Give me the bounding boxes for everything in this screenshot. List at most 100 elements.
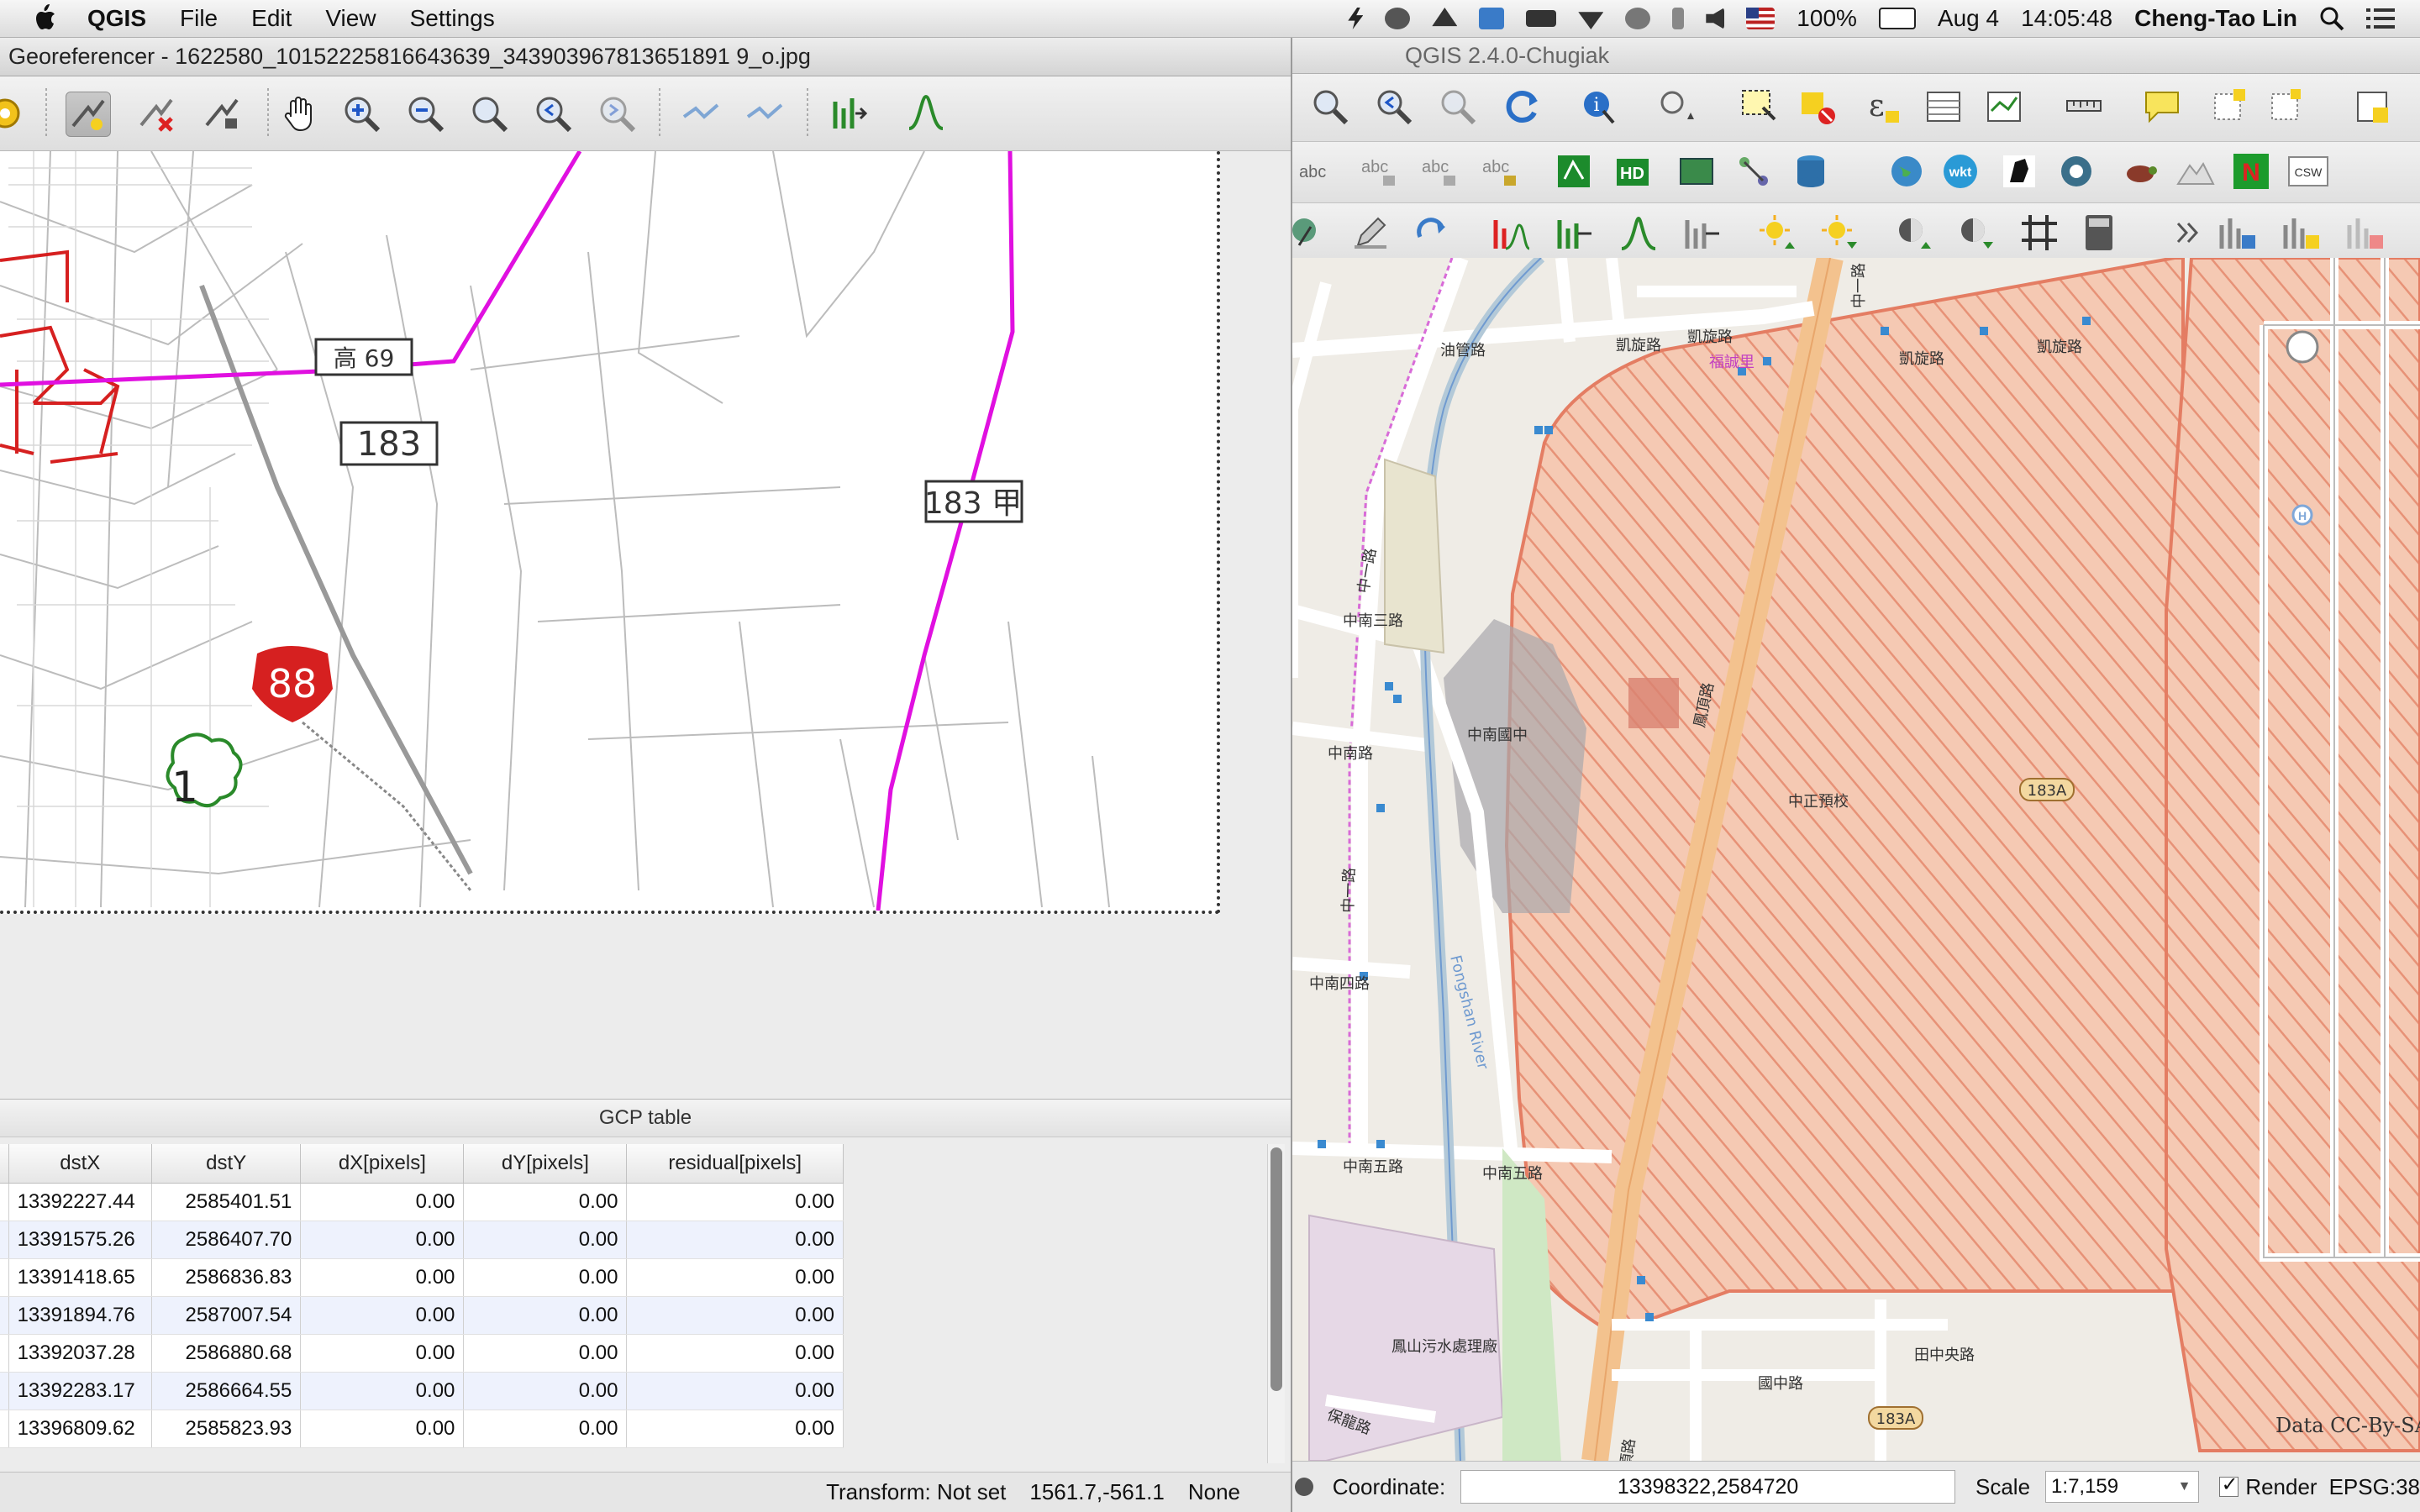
table-row[interactable]: 13391894.76 2587007.54 0.00 0.00 0.00 <box>0 1296 844 1335</box>
cell-dy[interactable]: 0.00 <box>463 1221 628 1259</box>
cell-dy[interactable]: 0.00 <box>463 1334 628 1373</box>
field-calculator-icon[interactable]: ε <box>1860 86 1902 128</box>
wkt-icon[interactable]: wkt <box>1939 150 1981 192</box>
label-move-icon[interactable]: abc <box>1481 150 1523 192</box>
turtle-icon[interactable] <box>2119 150 2161 192</box>
cell-dy[interactable]: 0.00 <box>463 1410 628 1448</box>
cell-dx[interactable]: 0.00 <box>300 1296 465 1335</box>
time-machine-icon[interactable] <box>1625 8 1651 29</box>
cell-residual[interactable]: 0.00 <box>626 1296 844 1335</box>
select-features-icon[interactable] <box>1738 86 1780 128</box>
gcp-scrollbar-thumb[interactable] <box>1270 1147 1282 1391</box>
deselect-icon[interactable] <box>1797 86 1839 128</box>
cell-dsty[interactable]: 2587007.54 <box>151 1296 302 1335</box>
map-canvas[interactable]: H 油管路 凱旋路 凱旋路 凱旋路 凱旋路 福誠里 中南三路 中南國中 中南路 … <box>1292 258 2420 1461</box>
delete-point-icon[interactable] <box>134 92 178 135</box>
bolt-icon[interactable] <box>1348 8 1364 29</box>
cell-dy[interactable]: 0.00 <box>463 1258 628 1297</box>
zoom-next-icon[interactable] <box>1437 86 1479 128</box>
drive-icon[interactable] <box>1432 8 1458 27</box>
cell-dstx[interactable]: 13392037.28 <box>8 1334 153 1373</box>
column-header-dstx[interactable]: dstX <box>8 1144 153 1184</box>
notification-center-icon[interactable] <box>2366 7 2395 30</box>
table-row[interactable]: 13392227.44 2585401.51 0.00 0.00 0.00 <box>0 1183 844 1221</box>
cell-residual[interactable]: 0.00 <box>626 1410 844 1448</box>
n-icon[interactable]: N <box>2230 150 2272 192</box>
contrast-up-icon[interactable] <box>1892 212 1934 254</box>
link-geo-icon[interactable] <box>679 92 723 135</box>
us-flag-icon[interactable] <box>1746 8 1776 29</box>
image-layer-icon[interactable] <box>1676 150 1718 192</box>
edit-pencil-icon[interactable] <box>1349 212 1392 254</box>
grid-icon[interactable] <box>2018 212 2060 254</box>
cell-dx[interactable]: 0.00 <box>300 1221 465 1259</box>
cell-dx[interactable]: 0.00 <box>300 1410 465 1448</box>
osm-tool-icon[interactable] <box>2055 150 2097 192</box>
apple-icon[interactable] <box>29 3 62 34</box>
cell-residual[interactable]: 0.00 <box>626 1221 844 1259</box>
column-header-residual[interactable]: residual[pixels] <box>626 1144 844 1184</box>
cell-dsty[interactable]: 2586880.68 <box>151 1334 302 1373</box>
cell-dsty[interactable]: 2586836.83 <box>151 1258 302 1297</box>
terrain-icon[interactable] <box>2175 150 2217 192</box>
new-print-composer-icon[interactable] <box>2351 86 2393 128</box>
table-row[interactable]: 13392037.28 2586880.68 0.00 0.00 0.00 <box>0 1334 844 1373</box>
raster-stretch2-icon[interactable] <box>1617 212 1659 254</box>
globe-icon[interactable] <box>1886 150 1928 192</box>
move-gcp-icon[interactable] <box>200 92 244 135</box>
zoom-layer-icon[interactable] <box>531 92 575 135</box>
show-bookmarks-icon[interactable] <box>2265 86 2307 128</box>
transform-settings-icon[interactable] <box>827 92 871 135</box>
cell-dstx[interactable]: 13392227.44 <box>8 1183 153 1221</box>
cell-dsty[interactable]: 2585823.93 <box>151 1410 302 1448</box>
table-row[interactable]: 13391418.65 2586836.83 0.00 0.00 0.00 <box>0 1258 844 1297</box>
settings-menu[interactable]: Settings <box>410 5 495 32</box>
cell-dx[interactable]: 0.00 <box>300 1334 465 1373</box>
edit-menu[interactable]: Edit <box>251 5 292 32</box>
statistics-icon[interactable] <box>1983 86 2025 128</box>
raster-stretch-icon[interactable] <box>1553 212 1595 254</box>
messages-icon[interactable] <box>1292 1475 1316 1499</box>
chevron-down-icon[interactable]: ▼ <box>2178 1472 2191 1502</box>
brightness-down-icon[interactable] <box>1818 212 1860 254</box>
volume-icon[interactable] <box>1706 8 1725 29</box>
zoom-last-icon[interactable] <box>1373 86 1415 128</box>
cell-dstx[interactable]: 13392283.17 <box>8 1372 153 1410</box>
table-row[interactable]: 13396809.62 2585823.93 0.00 0.00 0.00 <box>0 1410 844 1448</box>
dropbox-icon[interactable] <box>1479 8 1505 29</box>
column-header-dx[interactable]: dX[pixels] <box>300 1144 465 1184</box>
zoom-full-icon[interactable] <box>1309 86 1351 128</box>
bluetooth-icon[interactable] <box>1672 8 1685 29</box>
openlayers-google-icon[interactable] <box>1553 150 1595 192</box>
map-tips-icon[interactable] <box>1654 86 1696 128</box>
cell-dstx[interactable]: 13396809.62 <box>8 1410 153 1448</box>
cell-residual[interactable]: 0.00 <box>626 1334 844 1373</box>
crs-button[interactable]: EPSG:38 <box>2329 1474 2420 1500</box>
table-row[interactable]: 13391575.26 2586407.70 0.00 0.00 0.00 <box>0 1221 844 1259</box>
spotlight-icon[interactable] <box>2319 6 2344 31</box>
hd-layer-icon[interactable]: HD <box>1612 150 1654 192</box>
histogram-icon[interactable] <box>904 92 948 135</box>
raster-image[interactable]: 高 69 183 183 甲 88 1 <box>0 151 1220 914</box>
dog-icon[interactable] <box>1998 150 2040 192</box>
cell-residual[interactable]: 0.00 <box>626 1258 844 1297</box>
archive-icon[interactable] <box>1385 8 1411 29</box>
raster-histogram-icon[interactable] <box>1489 212 1531 254</box>
zoom-in-icon[interactable] <box>339 92 383 135</box>
zoom-next-icon[interactable] <box>595 92 639 135</box>
battery-meter-icon[interactable] <box>1526 10 1557 27</box>
identify-icon[interactable]: i <box>1578 86 1620 128</box>
attribute-table-icon[interactable] <box>1923 86 1965 128</box>
annotation-icon[interactable] <box>2141 86 2183 128</box>
table-row[interactable]: 13392283.17 2586664.55 0.00 0.00 0.00 <box>0 1372 844 1410</box>
cell-residual[interactable]: 0.00 <box>626 1183 844 1221</box>
wifi-icon[interactable] <box>1578 12 1604 29</box>
contrast-down-icon[interactable] <box>1954 212 1996 254</box>
gcp-scrollbar[interactable] <box>1267 1144 1285 1463</box>
cell-dy[interactable]: 0.00 <box>463 1372 628 1410</box>
georeferencer-canvas[interactable]: 高 69 183 183 甲 88 1 <box>0 151 1291 1099</box>
cell-dsty[interactable]: 2586407.70 <box>151 1221 302 1259</box>
link-qgis-icon[interactable] <box>743 92 786 135</box>
zoom-out-icon[interactable] <box>403 92 447 135</box>
coordinate-field[interactable]: 13398322,2584720 <box>1460 1470 1955 1504</box>
